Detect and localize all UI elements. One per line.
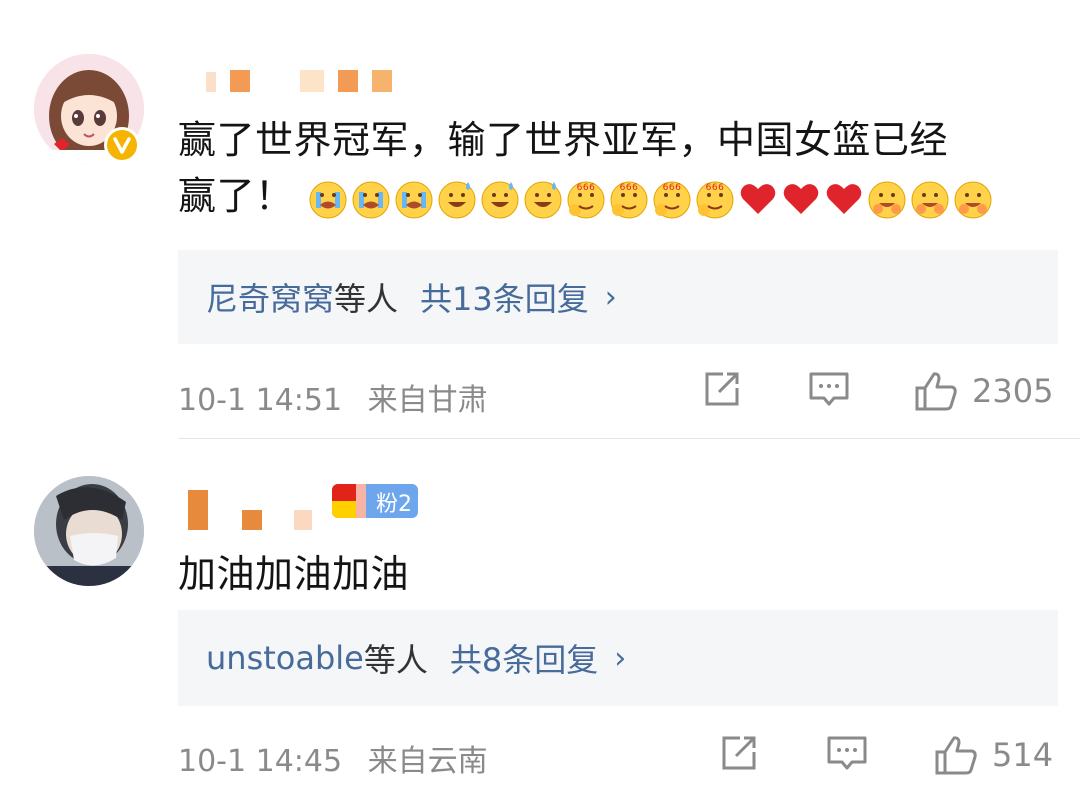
sweat-smile-emoji-icon [436,178,478,220]
red-heart-emoji-icon [737,178,779,220]
share-icon [722,736,756,770]
comment-meta: 10-1 14:51 来自甘肃 [178,375,488,419]
comment-meta: 10-1 14:45 来自云南 [178,736,488,780]
red-heart-emoji-icon [823,178,865,220]
location: 来自云南 [367,744,488,779]
reply-summary[interactable]: 尼奇窝窝 等人 共13条回复 › [178,250,1058,344]
verified-badge-icon [104,127,140,163]
crying-face-emoji-icon [350,178,392,220]
hug-face-emoji-icon [909,178,951,220]
thumbs-up-icon [935,736,977,775]
comment-text-line2: 赢了！ [178,174,294,218]
chevron-right-icon[interactable]: › [605,280,617,315]
comment-text-line1: 赢了世界冠军，输了世界亚军，中国女篮已经 [178,118,949,162]
reply-count[interactable]: 共8条回复 [450,635,598,681]
comment-text-line1: 加油加油加油 [178,552,410,596]
like-count: 2305 [972,372,1054,410]
svg-text:666: 666 [576,183,595,193]
crying-face-emoji-icon [393,178,435,220]
timestamp: 10-1 14:45 [178,744,343,779]
hug-face-emoji-icon [952,178,994,220]
reply-button[interactable] [826,734,868,772]
comment-text: 赢了世界冠军，输了世界亚军，中国女篮已经 赢了！ 666 666 666 666 [178,112,1048,224]
reply-count[interactable]: 共13条回复 [420,274,589,320]
chevron-right-icon[interactable]: › [614,641,626,676]
username[interactable] [188,490,312,530]
comment-text: 加油加油加油 [178,546,409,602]
share-button[interactable] [703,370,743,408]
reply-etc: 等人 [334,280,399,318]
share-button[interactable] [720,734,760,772]
thumbs-up-icon [915,372,957,411]
location: 来自甘肃 [367,383,488,418]
comment-item: 赢了世界冠军，输了世界亚军，中国女篮已经 赢了！ 666 666 666 666 尼奇… [0,0,1080,440]
timestamp: 10-1 14:51 [178,383,343,418]
like-button[interactable]: 514 [934,734,1053,776]
fan-badge-label: 粉2 [376,492,412,517]
masked-person-avatar-icon [34,476,144,586]
username[interactable] [206,70,392,92]
svg-text:666: 666 [619,183,638,193]
666-emoji-icon: 666 [608,178,650,220]
666-emoji-icon: 666 [651,178,693,220]
reply-summary[interactable]: unstoable 等人 共8条回复 › [178,610,1058,706]
like-button[interactable]: 2305 [914,370,1053,412]
reply-names[interactable]: unstoable [206,639,364,677]
sweat-smile-emoji-icon [479,178,521,220]
comment-icon [809,372,849,406]
svg-text:666: 666 [705,183,724,193]
share-icon [705,372,739,406]
reply-etc: 等人 [363,641,428,679]
reply-button[interactable] [808,370,850,408]
666-emoji-icon: 666 [694,178,736,220]
hug-face-emoji-icon [866,178,908,220]
user-avatar[interactable] [34,476,144,586]
emoji-row: 666 666 666 666 [306,178,994,220]
666-emoji-icon: 666 [565,178,607,220]
red-heart-emoji-icon [780,178,822,220]
comment-item: 粉2 加油加油加油 unstoable 等人 共8条回复 › 10-1 14:4… [0,440,1080,796]
divider [178,438,1080,439]
like-count: 514 [992,736,1054,774]
fan-badge: 粉2 [332,484,418,518]
crying-face-emoji-icon [307,178,349,220]
svg-text:666: 666 [662,183,681,193]
reply-names[interactable]: 尼奇窝窝 [206,274,334,320]
sweat-smile-emoji-icon [522,178,564,220]
comment-icon [827,736,867,770]
